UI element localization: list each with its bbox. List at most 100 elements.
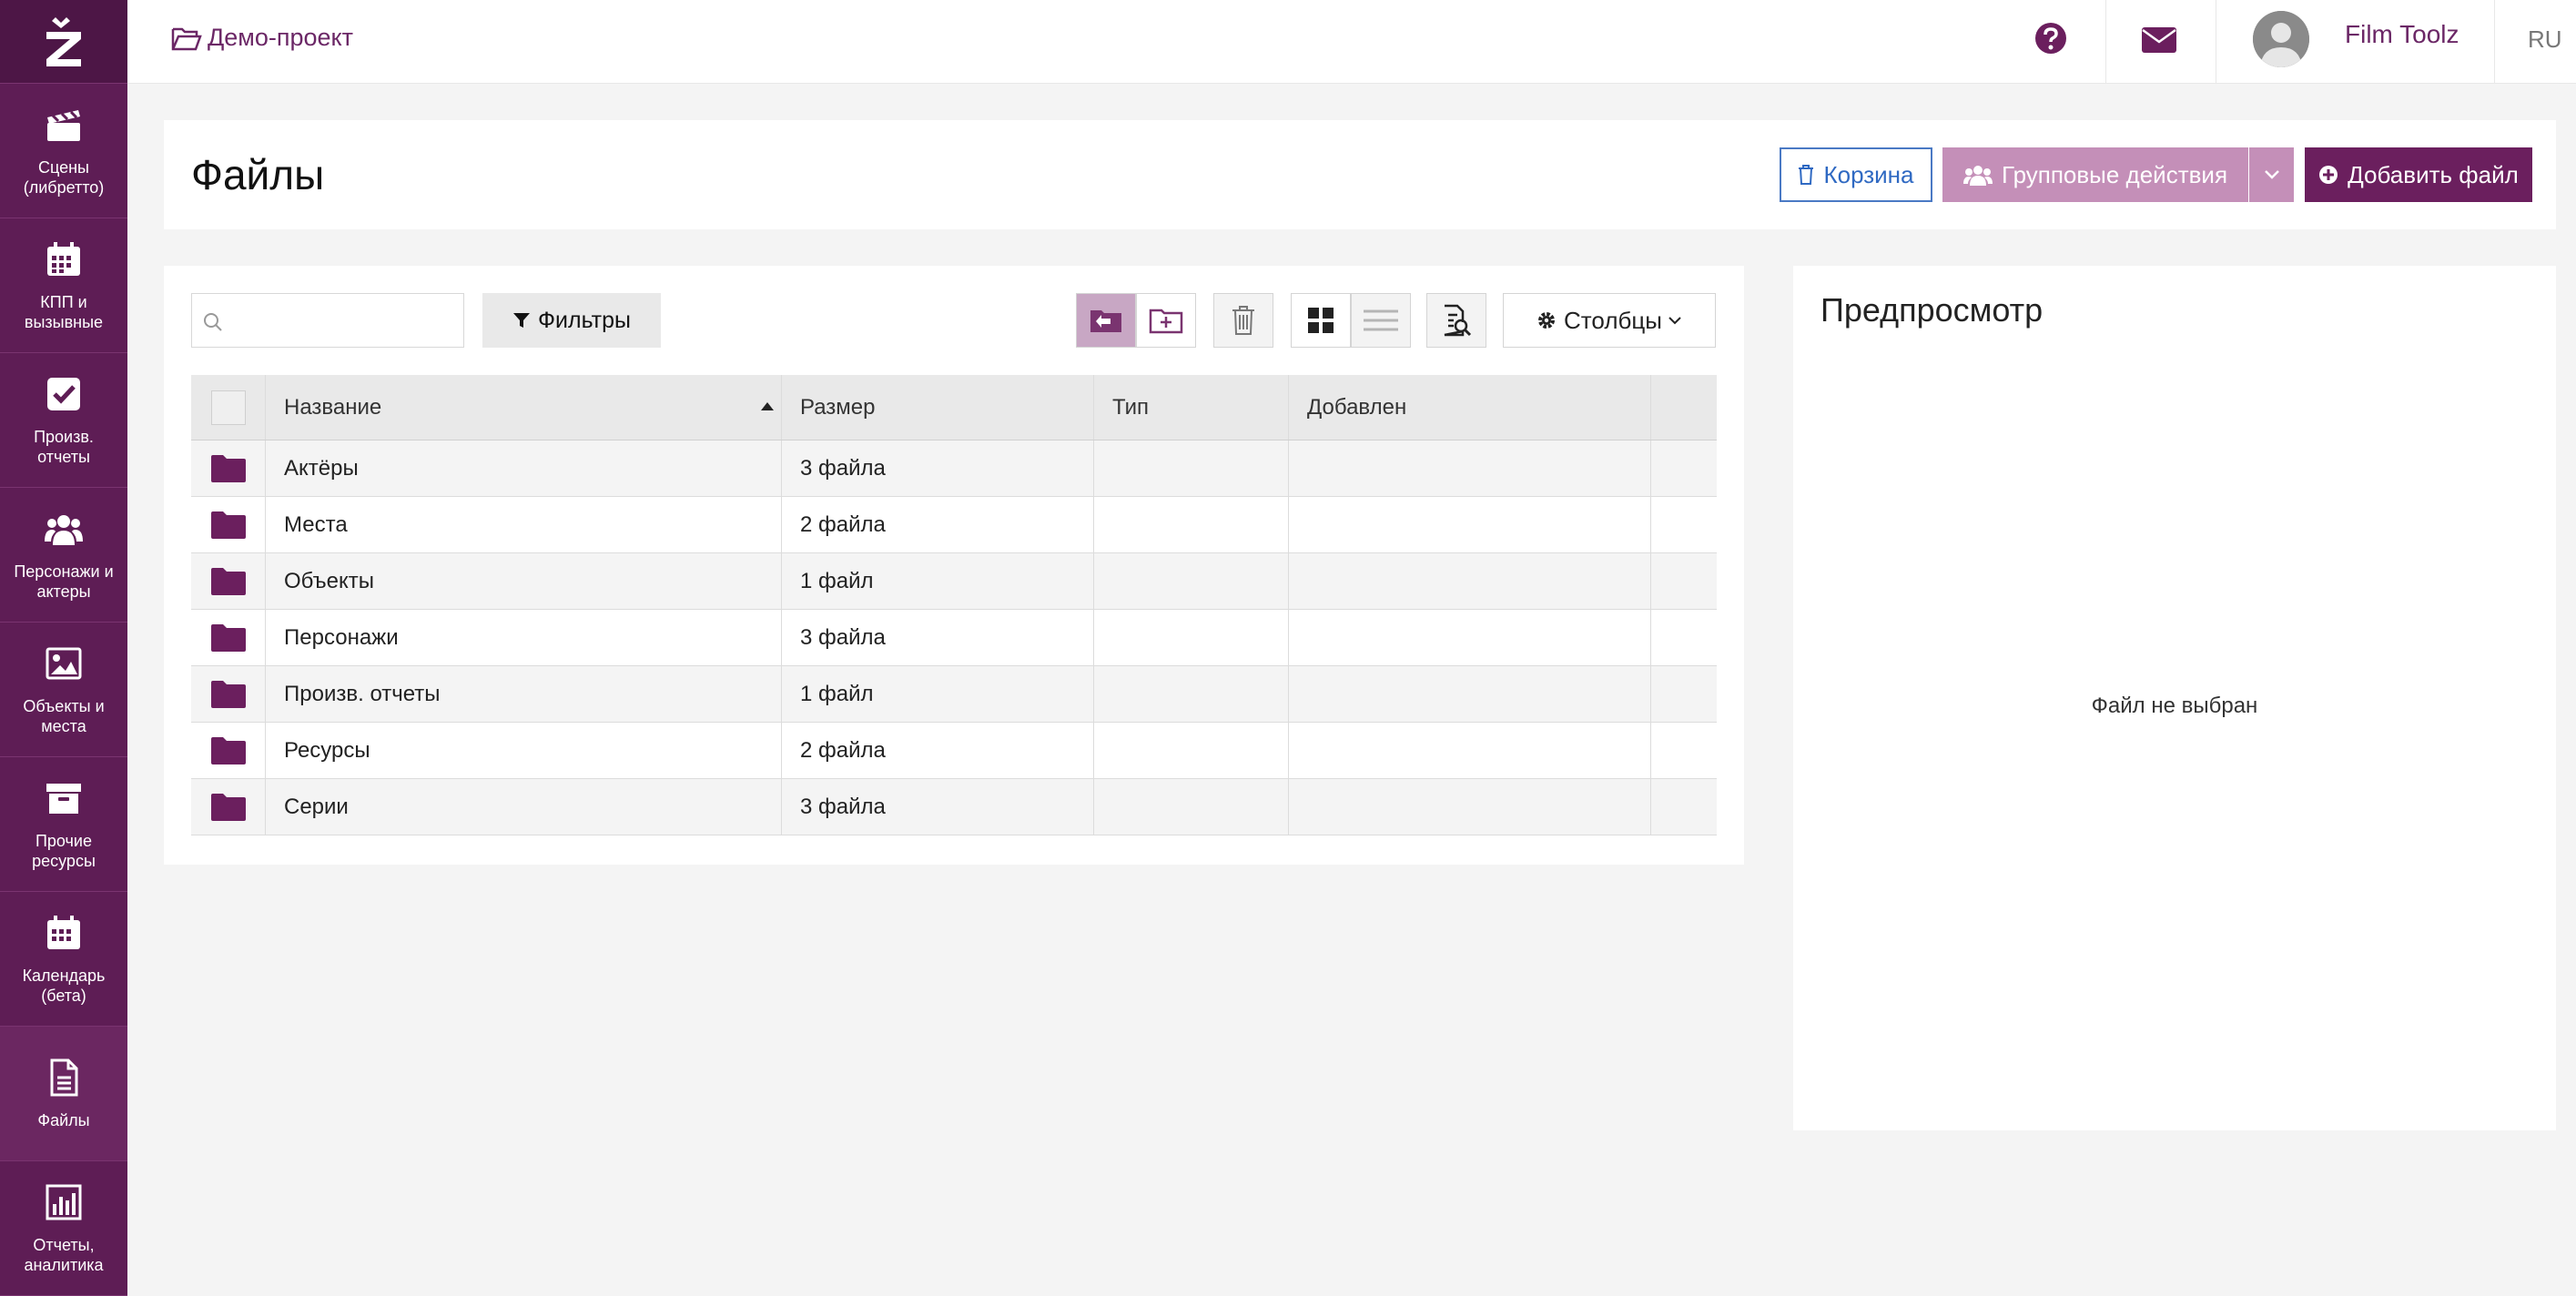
column-header-added[interactable]: Добавлен xyxy=(1289,375,1651,440)
row-extra xyxy=(1651,553,1717,609)
search-icon xyxy=(204,313,222,331)
select-all-checkbox[interactable] xyxy=(210,390,246,425)
table-row[interactable]: Персонажи 3 файла xyxy=(191,610,1717,666)
column-header-name[interactable]: Название xyxy=(266,375,782,440)
preview-empty-message: Файл не выбран xyxy=(2091,694,2258,718)
new-folder-button[interactable] xyxy=(1136,293,1196,348)
gear-icon xyxy=(1538,312,1556,329)
table-row[interactable]: Места 2 файла xyxy=(191,497,1717,553)
list-icon xyxy=(1364,309,1398,331)
list-view-button[interactable] xyxy=(1351,293,1411,348)
folder-icon xyxy=(210,680,246,708)
row-type xyxy=(1094,497,1289,552)
preview-panel: Предпросмотр Файл не выбран xyxy=(1793,266,2556,1130)
document-search-icon xyxy=(1444,304,1472,337)
row-icon-cell xyxy=(191,666,266,722)
row-added xyxy=(1289,553,1651,609)
filters-label: Фильтры xyxy=(538,307,631,333)
folder-up-button[interactable] xyxy=(1076,293,1136,348)
sidebar-item-files[interactable]: Файлы xyxy=(0,1027,127,1161)
sidebar-item-calendar[interactable]: Календарь (бета) xyxy=(0,892,127,1027)
column-header-extra xyxy=(1651,375,1717,440)
folder-open-icon xyxy=(171,27,202,50)
row-size: 3 файла xyxy=(782,779,1094,835)
user-name[interactable]: Film Toolz xyxy=(2345,20,2459,49)
sidebar: Сцены (либретто) КПП и вызывные Произв. … xyxy=(0,0,127,1296)
row-icon-cell xyxy=(191,553,266,609)
sidebar-item-analytics[interactable]: Отчеты, аналитика xyxy=(0,1161,127,1296)
add-file-label: Добавить файл xyxy=(2348,160,2519,188)
filters-button[interactable]: Фильтры xyxy=(482,293,661,348)
folder-icon xyxy=(210,567,246,595)
table-row[interactable]: Серии 3 файла xyxy=(191,779,1717,835)
table-body: Актёры 3 файла Места 2 файла Объекты 1 ф… xyxy=(191,440,1717,835)
chevron-down-icon xyxy=(2264,170,2279,179)
column-header-label: Тип xyxy=(1112,394,1150,420)
sidebar-item-label: Объекты и места xyxy=(23,696,105,735)
top-bar: Демо-проект Film Toolz RU xyxy=(127,0,2576,84)
table-row[interactable]: Произв. отчеты 1 файл xyxy=(191,666,1717,723)
row-type xyxy=(1094,553,1289,609)
row-type xyxy=(1094,440,1289,496)
column-header-size[interactable]: Размер xyxy=(782,375,1094,440)
plus-circle-icon xyxy=(2319,166,2338,184)
divider xyxy=(2494,0,2495,84)
sidebar-item-label: Календарь (бета) xyxy=(22,966,106,1005)
help-icon[interactable] xyxy=(2034,22,2067,55)
users-icon xyxy=(45,514,83,545)
trash-button[interactable]: Корзина xyxy=(1780,147,1932,202)
sidebar-item-locations[interactable]: Объекты и места xyxy=(0,623,127,757)
language-switch[interactable]: RU xyxy=(2528,25,2562,54)
row-added xyxy=(1289,779,1651,835)
sidebar-item-characters[interactable]: Персонажи и актеры xyxy=(0,488,127,623)
avatar[interactable] xyxy=(2253,11,2309,67)
row-added xyxy=(1289,666,1651,722)
preview-toggle-button[interactable] xyxy=(1426,293,1486,348)
sort-ascending-icon xyxy=(761,402,774,410)
calendar-icon xyxy=(47,915,80,949)
sidebar-item-reports[interactable]: Произв. отчеты xyxy=(0,353,127,488)
grid-view-button[interactable] xyxy=(1291,293,1351,348)
column-header-label: Добавлен xyxy=(1307,394,1407,420)
users-icon xyxy=(1962,166,1993,186)
row-extra xyxy=(1651,610,1717,665)
row-size: 2 файла xyxy=(782,497,1094,552)
files-panel: Фильтры Столбцы Название Размер Тип Доба… xyxy=(164,266,1744,865)
group-actions-dropdown[interactable] xyxy=(2249,147,2294,202)
preview-title: Предпросмотр xyxy=(1820,291,2044,329)
table-row[interactable]: Актёры 3 файла xyxy=(191,440,1717,497)
files-table: Название Размер Тип Добавлен Актёры 3 фа… xyxy=(191,375,1717,835)
row-type xyxy=(1094,723,1289,778)
row-size: 1 файл xyxy=(782,666,1094,722)
sidebar-item-label: Произв. отчеты xyxy=(34,427,94,466)
sidebar-item-resources[interactable]: Прочие ресурсы xyxy=(0,757,127,892)
row-added xyxy=(1289,610,1651,665)
row-extra xyxy=(1651,779,1717,835)
mail-icon[interactable] xyxy=(2141,25,2177,55)
table-row[interactable]: Объекты 1 файл xyxy=(191,553,1717,610)
row-icon-cell xyxy=(191,610,266,665)
row-icon-cell xyxy=(191,779,266,835)
search-input[interactable] xyxy=(232,303,451,339)
folder-plus-icon xyxy=(1149,309,1183,334)
delete-button[interactable] xyxy=(1213,293,1273,348)
image-icon xyxy=(46,647,82,679)
project-link[interactable]: Демо-проект xyxy=(171,24,353,52)
app-logo[interactable] xyxy=(0,0,127,84)
columns-button[interactable]: Столбцы xyxy=(1503,293,1716,348)
row-name: Серии xyxy=(266,779,782,835)
group-actions-button[interactable]: Групповые действия xyxy=(1942,147,2248,202)
row-name: Персонажи xyxy=(266,610,782,665)
filter-icon xyxy=(513,313,531,328)
add-file-button[interactable]: Добавить файл xyxy=(2305,147,2532,202)
row-name: Ресурсы xyxy=(266,723,782,778)
row-icon-cell xyxy=(191,723,266,778)
sidebar-item-callsheets[interactable]: КПП и вызывные xyxy=(0,218,127,353)
sidebar-item-label: Отчеты, аналитика xyxy=(24,1235,104,1274)
column-header-type[interactable]: Тип xyxy=(1094,375,1289,440)
row-name: Актёры xyxy=(266,440,782,496)
chevron-down-icon xyxy=(1668,317,1681,325)
grid-icon xyxy=(1308,308,1334,333)
table-row[interactable]: Ресурсы 2 файла xyxy=(191,723,1717,779)
sidebar-item-scenes[interactable]: Сцены (либретто) xyxy=(0,84,127,218)
